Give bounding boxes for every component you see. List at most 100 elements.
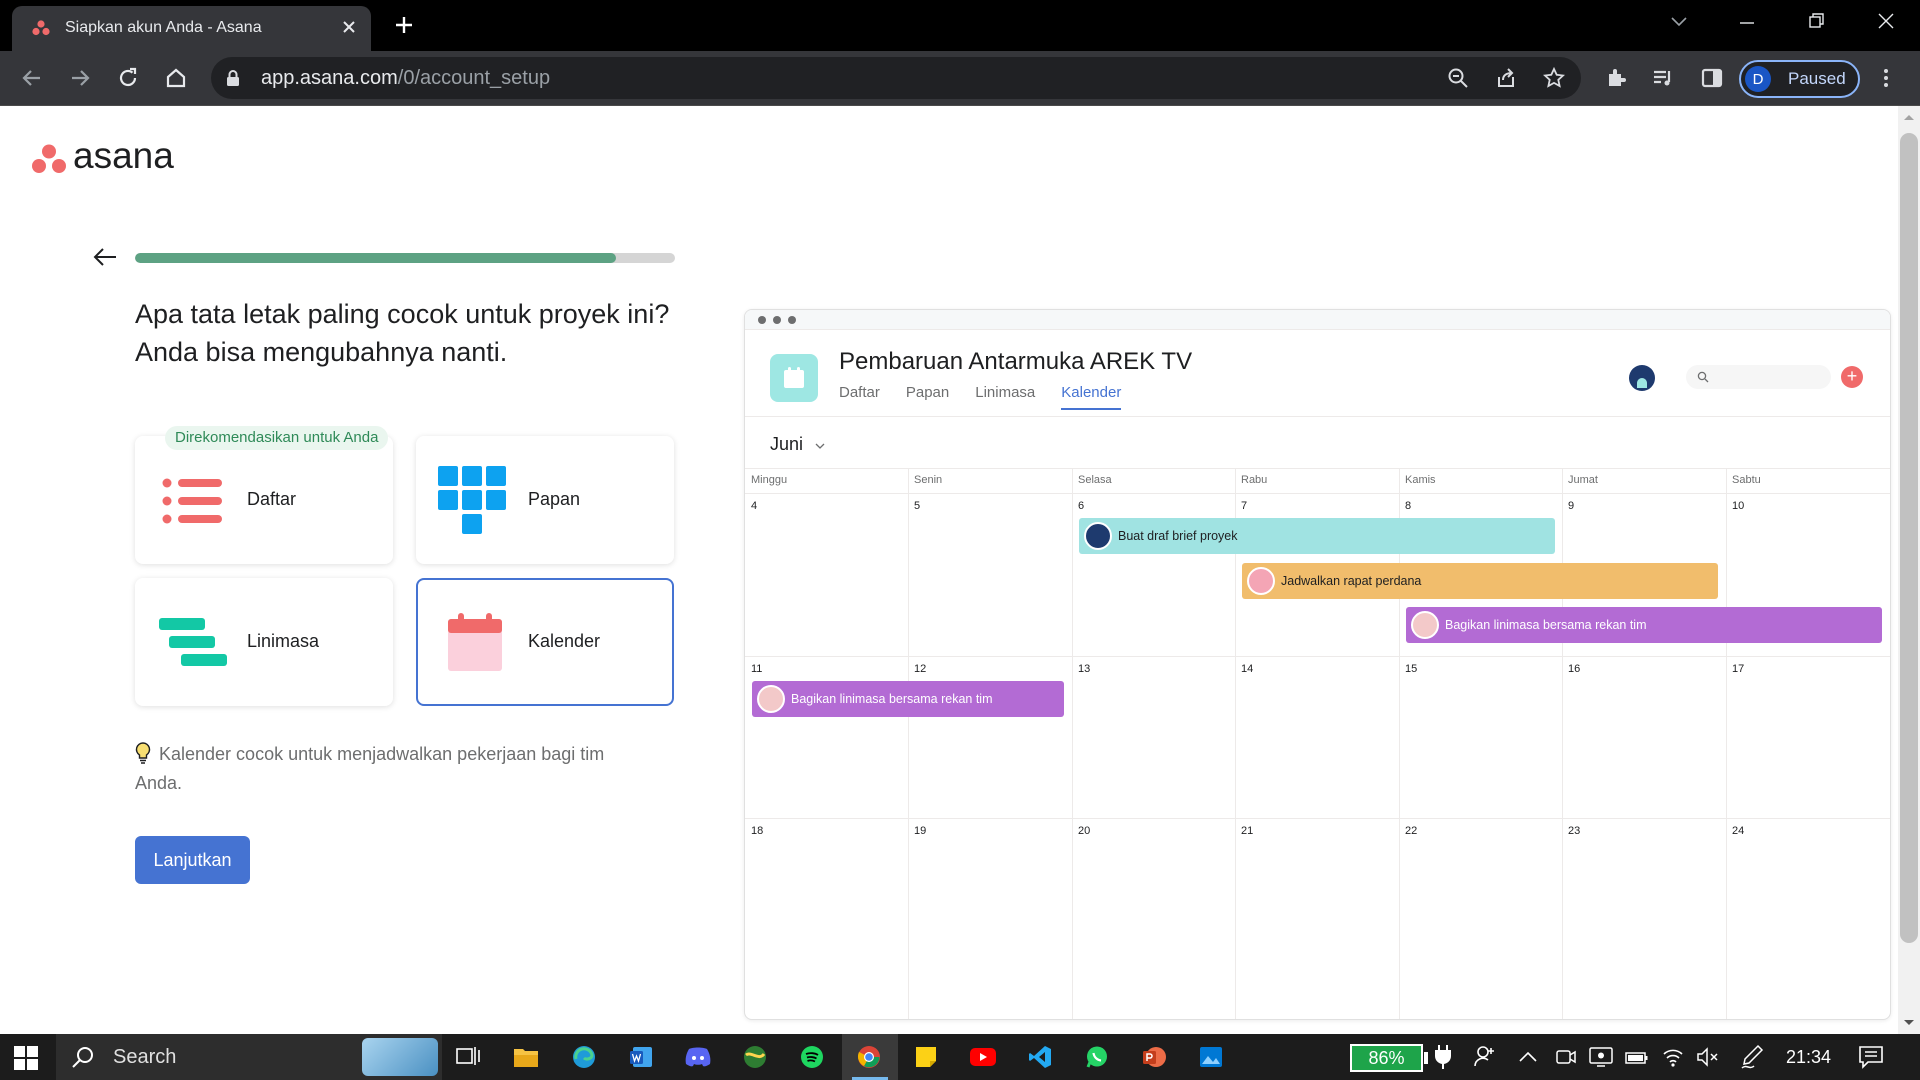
calendar-event[interactable]: Jadwalkan rapat perdana bbox=[1242, 563, 1718, 599]
share-icon[interactable] bbox=[1495, 67, 1517, 89]
preview-header-divider bbox=[745, 416, 1890, 417]
camera-tray-icon[interactable] bbox=[1555, 1046, 1577, 1068]
wifi-icon[interactable] bbox=[1662, 1046, 1684, 1068]
day-number: 4 bbox=[751, 500, 758, 512]
minimize-icon[interactable] bbox=[1738, 14, 1756, 32]
scroll-down-icon[interactable] bbox=[1903, 1018, 1915, 1028]
weekday-header: Rabu bbox=[1241, 474, 1268, 486]
taskbar-clock[interactable]: 21:34 bbox=[1786, 1047, 1831, 1068]
task-view-icon[interactable] bbox=[451, 1040, 485, 1074]
profile-button[interactable]: D Paused bbox=[1739, 60, 1860, 98]
close-window-icon[interactable] bbox=[1877, 12, 1895, 30]
zoom-icon[interactable] bbox=[1447, 67, 1469, 89]
day-number: 13 bbox=[1078, 663, 1091, 675]
project-icon bbox=[770, 354, 818, 402]
preview-tab-daftar[interactable]: Daftar bbox=[839, 384, 880, 410]
grid-line bbox=[1562, 468, 1563, 1019]
calendar-icon bbox=[448, 613, 502, 671]
continue-button[interactable]: Lanjutkan bbox=[135, 836, 250, 884]
weekday-header: Jumat bbox=[1568, 474, 1598, 486]
day-number: 10 bbox=[1732, 500, 1745, 512]
browser-tab[interactable]: Siapkan akun Anda - Asana bbox=[12, 6, 371, 51]
back-arrow-icon[interactable] bbox=[92, 246, 118, 268]
asana-page: asana Apa tata letak paling cocok untuk … bbox=[0, 106, 1898, 1034]
discord-icon[interactable] bbox=[681, 1040, 715, 1074]
month-chevron-icon[interactable] bbox=[815, 442, 825, 450]
layout-card-daftar[interactable]: Daftar bbox=[135, 436, 393, 564]
preview-add-icon[interactable]: + bbox=[1841, 366, 1863, 388]
preview-tab-papan[interactable]: Papan bbox=[906, 384, 949, 410]
windows-start-icon[interactable] bbox=[14, 1046, 38, 1070]
day-number: 14 bbox=[1241, 663, 1254, 675]
preview-search[interactable] bbox=[1686, 365, 1831, 389]
progress-bar bbox=[135, 253, 675, 263]
photos-icon[interactable] bbox=[1194, 1040, 1228, 1074]
taskbar-search[interactable]: Search bbox=[56, 1034, 442, 1080]
month-label[interactable]: Juni bbox=[770, 434, 803, 455]
home-icon[interactable] bbox=[164, 66, 188, 90]
hidden-icons-chevron-icon[interactable] bbox=[1518, 1050, 1538, 1064]
chrome-menu-icon[interactable] bbox=[1878, 66, 1894, 90]
notifications-icon[interactable] bbox=[1858, 1044, 1884, 1070]
whatsapp-icon[interactable] bbox=[1080, 1040, 1114, 1074]
day-number: 21 bbox=[1241, 825, 1254, 837]
calendar-event[interactable]: Bagikan linimasa bersama rekan tim bbox=[752, 681, 1064, 717]
tab-search-chevron-icon[interactable] bbox=[1670, 14, 1688, 28]
search-highlight-image bbox=[362, 1038, 438, 1076]
people-icon[interactable] bbox=[1473, 1044, 1497, 1068]
asana-logo[interactable]: asana bbox=[31, 135, 201, 178]
board-icon bbox=[438, 466, 506, 534]
day-number: 7 bbox=[1241, 500, 1248, 512]
word-icon[interactable] bbox=[624, 1040, 658, 1074]
lock-icon[interactable] bbox=[225, 69, 241, 87]
grid-line bbox=[745, 818, 1890, 819]
layout-card-linimasa[interactable]: Linimasa bbox=[135, 578, 393, 706]
screen-tray-icon[interactable] bbox=[1589, 1046, 1613, 1068]
vscode-icon[interactable] bbox=[1023, 1040, 1057, 1074]
volume-muted-icon[interactable] bbox=[1696, 1046, 1720, 1068]
grid-line bbox=[745, 493, 1890, 494]
event-title: Bagikan linimasa bersama rekan tim bbox=[1445, 618, 1647, 632]
pen-workspace-icon[interactable] bbox=[1740, 1044, 1764, 1070]
side-panel-icon[interactable] bbox=[1700, 66, 1724, 90]
extensions-icon[interactable] bbox=[1604, 66, 1628, 90]
tab-title: Siapkan akun Anda - Asana bbox=[65, 19, 262, 36]
bookmark-star-icon[interactable] bbox=[1543, 67, 1565, 89]
close-tab-icon[interactable] bbox=[341, 19, 357, 35]
address-bar[interactable]: app.asana.com/0/account_setup bbox=[211, 57, 1581, 99]
layout-card-kalender[interactable]: Kalender bbox=[416, 578, 674, 706]
spotify-icon[interactable] bbox=[795, 1040, 829, 1074]
calendar-event[interactable]: Bagikan linimasa bersama rekan tim bbox=[1406, 607, 1882, 643]
back-icon[interactable] bbox=[20, 66, 44, 90]
maps-icon[interactable] bbox=[738, 1040, 772, 1074]
calendar-event[interactable]: Buat draf brief proyek bbox=[1079, 518, 1555, 554]
new-tab-icon[interactable] bbox=[394, 15, 414, 35]
preview-tab-linimasa[interactable]: Linimasa bbox=[975, 384, 1035, 410]
powerpoint-icon[interactable] bbox=[1137, 1040, 1171, 1074]
day-number: 6 bbox=[1078, 500, 1085, 512]
charging-plug-icon[interactable] bbox=[1434, 1044, 1452, 1070]
grid-line bbox=[1072, 468, 1073, 1019]
layout-label-linimasa: Linimasa bbox=[247, 631, 320, 651]
day-number: 9 bbox=[1568, 500, 1575, 512]
restore-icon[interactable] bbox=[1808, 12, 1826, 30]
forward-icon[interactable] bbox=[68, 66, 92, 90]
day-number: 17 bbox=[1732, 663, 1745, 675]
sticky-notes-icon[interactable] bbox=[909, 1040, 943, 1074]
project-title: Pembaruan Antarmuka AREK TV bbox=[839, 348, 1193, 375]
reload-icon[interactable] bbox=[116, 66, 140, 90]
battery-tray-icon[interactable] bbox=[1625, 1046, 1649, 1068]
preview-tab-kalender[interactable]: Kalender bbox=[1061, 384, 1122, 410]
youtube-icon[interactable] bbox=[966, 1040, 1000, 1074]
project-calendar-icon bbox=[784, 367, 804, 388]
scroll-up-icon[interactable] bbox=[1903, 112, 1915, 122]
weekday-header: Kamis bbox=[1405, 474, 1436, 486]
scrollbar-thumb[interactable] bbox=[1900, 133, 1918, 943]
weekday-header: Senin bbox=[914, 474, 943, 486]
battery-indicator[interactable]: 86% bbox=[1350, 1044, 1423, 1072]
file-explorer-icon[interactable] bbox=[509, 1040, 543, 1074]
media-controls-icon[interactable] bbox=[1651, 66, 1675, 90]
layout-card-papan[interactable]: Papan bbox=[416, 436, 674, 564]
chrome-icon[interactable] bbox=[852, 1040, 886, 1074]
edge-icon[interactable] bbox=[567, 1040, 601, 1074]
